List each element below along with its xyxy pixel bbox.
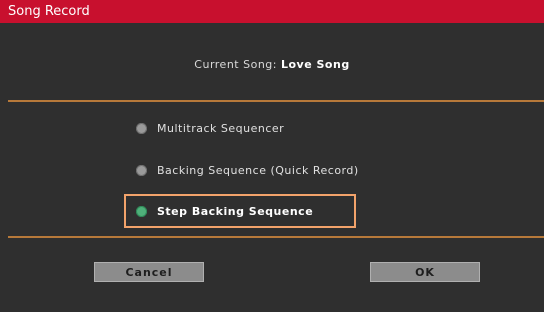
radio-unselected-icon[interactable] [136, 122, 147, 134]
current-song-line: Current Song: Love Song [0, 58, 544, 71]
option-backing-sequence-quick-record[interactable]: Backing Sequence (Quick Record) [136, 160, 359, 180]
title-bar: Song Record [0, 0, 544, 23]
option-label: Multitrack Sequencer [157, 121, 285, 135]
ok-button[interactable]: OK [370, 262, 480, 282]
option-multitrack-sequencer[interactable]: Multitrack Sequencer [136, 118, 284, 138]
current-song-label: Current Song: [194, 58, 277, 71]
radio-selected-icon[interactable] [136, 205, 147, 217]
option-label: Backing Sequence (Quick Record) [157, 163, 359, 177]
top-divider [8, 100, 544, 102]
current-song-name: Love Song [280, 58, 350, 71]
dialog-title: Song Record [8, 4, 90, 19]
option-step-backing-sequence[interactable]: Step Backing Sequence [136, 201, 313, 221]
song-record-dialog: Song Record Current Song: Love Song Mult… [0, 0, 544, 312]
cancel-button[interactable]: Cancel [94, 262, 204, 282]
radio-unselected-icon[interactable] [136, 164, 147, 176]
bottom-divider [8, 236, 544, 238]
option-label: Step Backing Sequence [157, 204, 314, 218]
